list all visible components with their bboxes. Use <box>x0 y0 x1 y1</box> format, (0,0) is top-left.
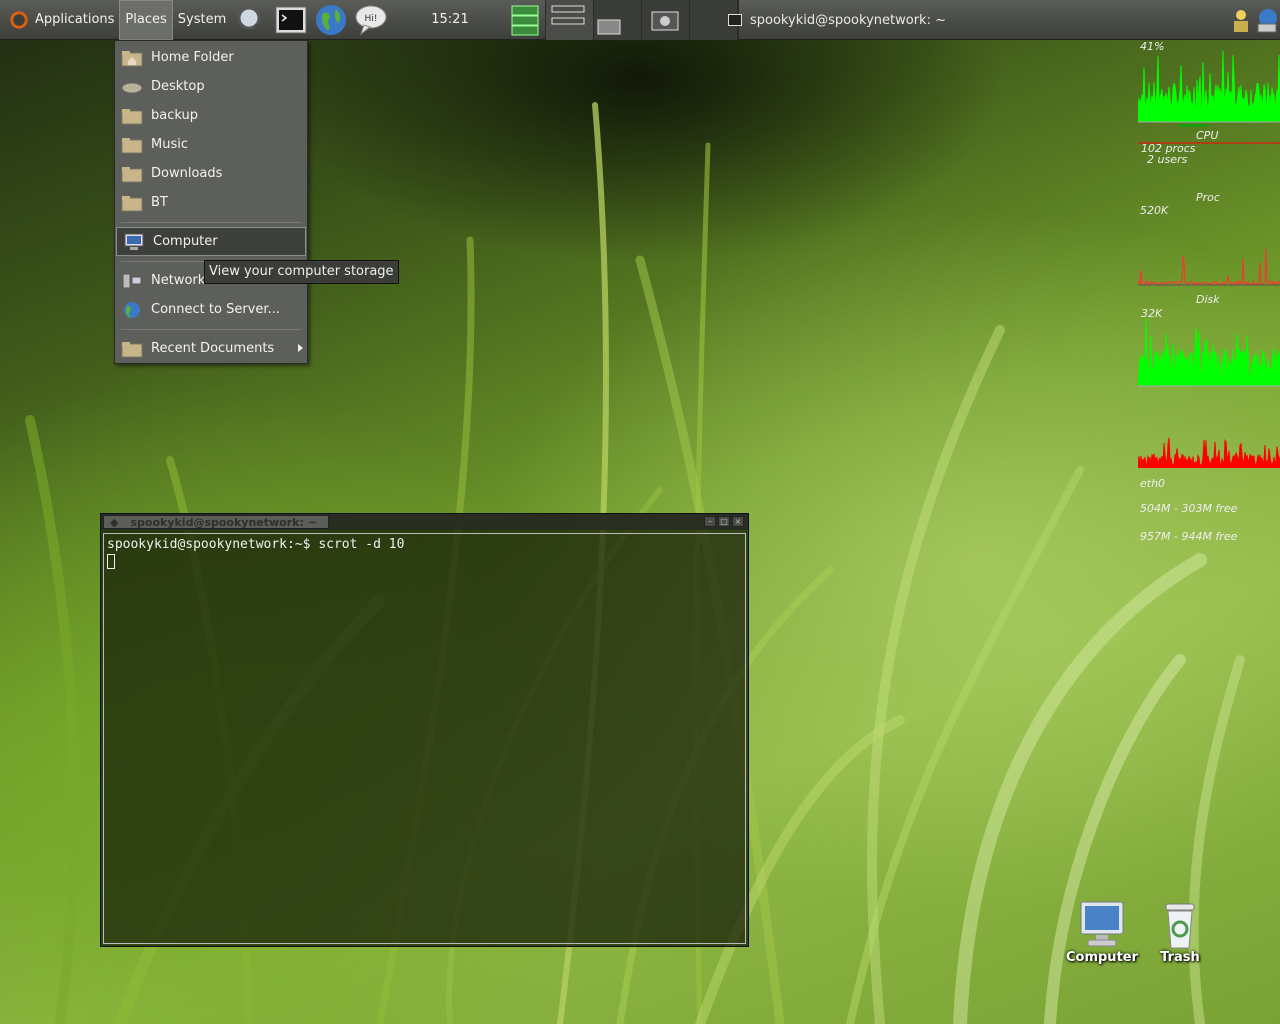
terminal-launcher-icon[interactable] <box>272 1 310 39</box>
system-tray <box>1230 0 1280 40</box>
chat-launcher-icon[interactable]: Hi! <box>352 1 390 39</box>
maximize-button[interactable]: □ <box>718 516 730 527</box>
workspace-pager <box>545 0 740 40</box>
menu-separator <box>121 329 301 330</box>
minimize-button[interactable]: – <box>704 516 716 527</box>
proc-label: Proc <box>1196 191 1220 204</box>
close-button[interactable]: × <box>732 516 744 527</box>
disk-scale: 520K <box>1140 204 1169 217</box>
computer-tooltip: View your computer storage <box>204 260 399 284</box>
workspace-2[interactable] <box>594 0 643 40</box>
memory-2: 957M - 944M free <box>1140 530 1238 543</box>
terminal-cursor <box>107 554 115 569</box>
menu-item-desktop[interactable]: Desktop <box>115 72 307 101</box>
taskbar-terminal-window[interactable]: spookykid@spookynetwork: ~ <box>722 4 1218 36</box>
conky-monitor: 41% CPU 102 procs 2 users Proc 520K Disk… <box>1138 40 1280 560</box>
workspace-1[interactable] <box>546 0 595 40</box>
terminal-line: spookykid@spookynetwork:~$ scrot -d 10 <box>107 537 405 552</box>
search-launcher-icon[interactable] <box>232 1 270 39</box>
web-browser-launcher-icon[interactable] <box>312 1 350 39</box>
network-status-icon[interactable] <box>1256 6 1278 34</box>
menu-item-backup[interactable]: backup <box>115 101 307 130</box>
computer-icon <box>1080 901 1124 947</box>
desktop-computer[interactable]: Computer <box>1064 900 1140 965</box>
menu-item-recent-documents[interactable]: Recent Documents <box>115 334 307 363</box>
desktop-trash[interactable]: Trash <box>1152 902 1208 965</box>
trash-icon <box>1165 903 1195 949</box>
folder-icon <box>121 195 143 211</box>
net-graph <box>1138 317 1280 387</box>
net-upload-graph <box>1138 437 1280 468</box>
svg-text:Hi!: Hi! <box>365 14 378 24</box>
terminal-title-tab[interactable]: ◆ spookykid@spookynetwork: ~ <box>103 515 329 529</box>
top-panel: Applications Places System Hi! 15:21 spo… <box>0 0 1280 40</box>
memory-1: 504M - 303M free <box>1140 502 1238 515</box>
computer-icon <box>124 233 144 250</box>
users-count: 2 users <box>1147 153 1188 166</box>
disk-label: Disk <box>1196 293 1220 306</box>
workspace-switcher <box>505 0 740 40</box>
folder-icon <box>121 137 143 153</box>
applications-menu[interactable]: Applications <box>0 0 119 40</box>
menu-item-computer[interactable]: Computer <box>116 227 306 256</box>
terminal-titlebar[interactable]: ◆ spookykid@spookynetwork: ~ <box>101 514 748 530</box>
folder-icon <box>121 108 143 124</box>
eth0-label: eth0 <box>1140 477 1166 490</box>
recent-documents-icon <box>121 341 143 357</box>
workspace-3[interactable] <box>642 0 691 40</box>
network-servers-icon <box>122 273 142 288</box>
globe-icon <box>124 301 140 318</box>
disk-graph <box>1138 248 1280 287</box>
terminal-window-icon <box>728 14 742 26</box>
folder-icon <box>121 166 143 182</box>
window-menu-icon[interactable]: ◆ <box>110 516 118 529</box>
menu-item-home-folder[interactable]: Home Folder <box>115 43 307 72</box>
window-buttons: – □ × <box>704 516 744 527</box>
user-switcher-icon[interactable] <box>1230 6 1252 34</box>
terminal-window[interactable]: ◆ spookykid@spookynetwork: ~ – □ × spook… <box>100 513 749 947</box>
window-list-icon[interactable] <box>506 1 544 39</box>
terminal-content[interactable]: spookykid@spookynetwork:~$ scrot -d 10 <box>103 533 746 944</box>
submenu-arrow-icon <box>298 344 303 352</box>
menu-item-connect-to-server[interactable]: Connect to Server... <box>115 295 307 324</box>
places-dropdown-menu: Home Folder Desktop backup Music Downloa… <box>114 40 308 364</box>
menu-item-music[interactable]: Music <box>115 130 307 159</box>
clock[interactable]: 15:21 <box>431 12 491 27</box>
desktop-folder-icon <box>121 82 143 93</box>
menu-item-bt[interactable]: BT <box>115 188 307 217</box>
menu-item-downloads[interactable]: Downloads <box>115 159 307 188</box>
places-menu-button[interactable]: Places <box>119 0 173 40</box>
ubuntu-logo-icon <box>9 9 29 30</box>
home-folder-icon <box>121 50 143 66</box>
menu-separator <box>121 222 301 223</box>
system-menu[interactable]: System <box>173 0 231 40</box>
cpu-graph <box>1138 50 1280 127</box>
